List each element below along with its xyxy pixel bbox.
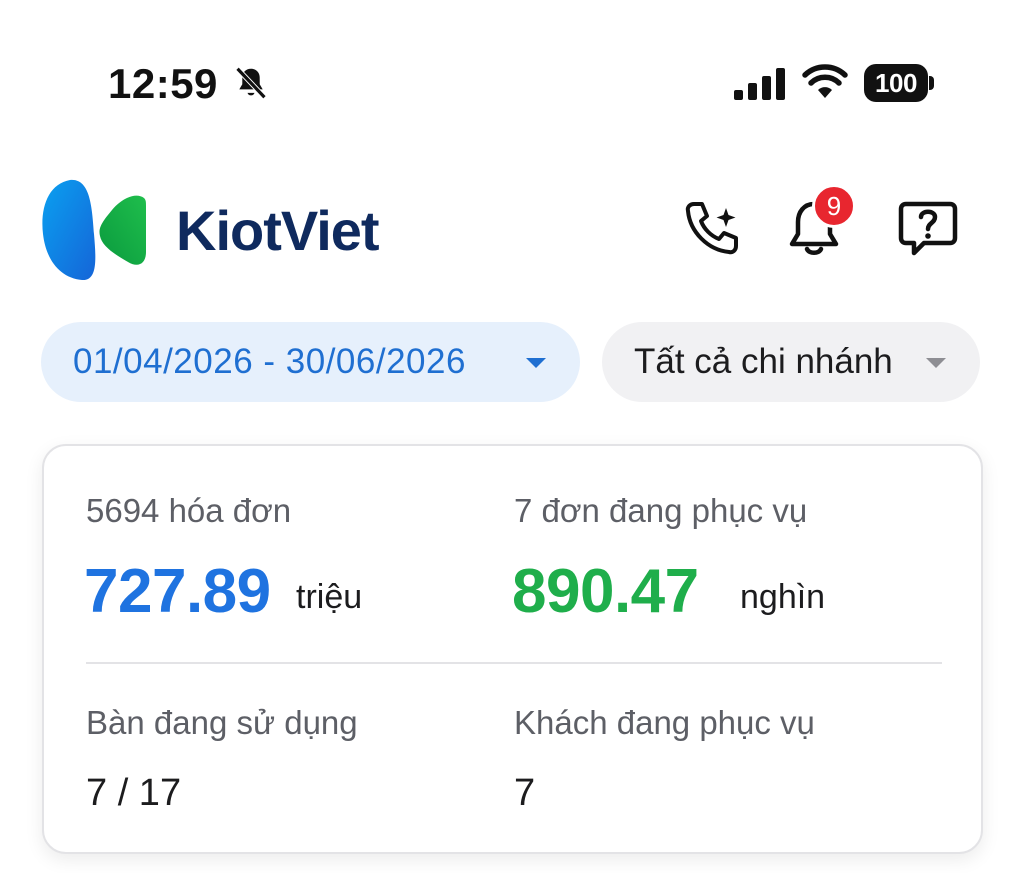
chevron-down-icon (926, 358, 946, 368)
app-header: KiotViet 9 (0, 160, 1024, 300)
revenue-value: 727.89 (84, 557, 271, 626)
wifi-icon (802, 64, 848, 98)
brand-name: KiotViet (176, 199, 380, 262)
bell-slash-icon (235, 67, 267, 99)
serving-unit: nghìn (740, 578, 826, 616)
signal-icon (734, 68, 785, 100)
invoices-count-label: 5694 hóa đơn (86, 492, 292, 529)
divider (86, 662, 942, 664)
help-chat-icon[interactable] (896, 196, 960, 260)
battery-level: 100 (864, 64, 928, 102)
status-bar: 12:59 100 (0, 0, 1024, 140)
guests-serving-label: Khách đang phục vụ (514, 704, 815, 741)
serving-value: 890.47 (512, 557, 699, 626)
tables-in-use-value: 7 / 17 (86, 772, 182, 814)
tables-in-use-label: Bàn đang sử dụng (86, 704, 358, 741)
phone-ai-icon[interactable] (680, 196, 744, 260)
notification-badge: 9 (812, 184, 856, 228)
date-range-text: 01/04/2026 - 30/06/2026 (73, 342, 466, 381)
kiotviet-logo-icon (42, 179, 146, 281)
date-range-filter[interactable]: 01/04/2026 - 30/06/2026 (41, 322, 580, 402)
branch-filter[interactable]: Tất cả chi nhánh (602, 322, 980, 402)
battery-icon: 100 (864, 64, 934, 102)
status-time: 12:59 (108, 60, 218, 107)
revenue-unit: triệu (296, 578, 363, 616)
serving-orders-label: 7 đơn đang phục vụ (514, 492, 808, 529)
branch-text: Tất cả chi nhánh (634, 342, 893, 381)
chevron-down-icon (526, 358, 546, 368)
guests-serving-value: 7 (514, 772, 536, 814)
sales-summary-card[interactable]: 5694 hóa đơn 727.89 triệu 7 đơn đang phụ… (42, 444, 983, 854)
